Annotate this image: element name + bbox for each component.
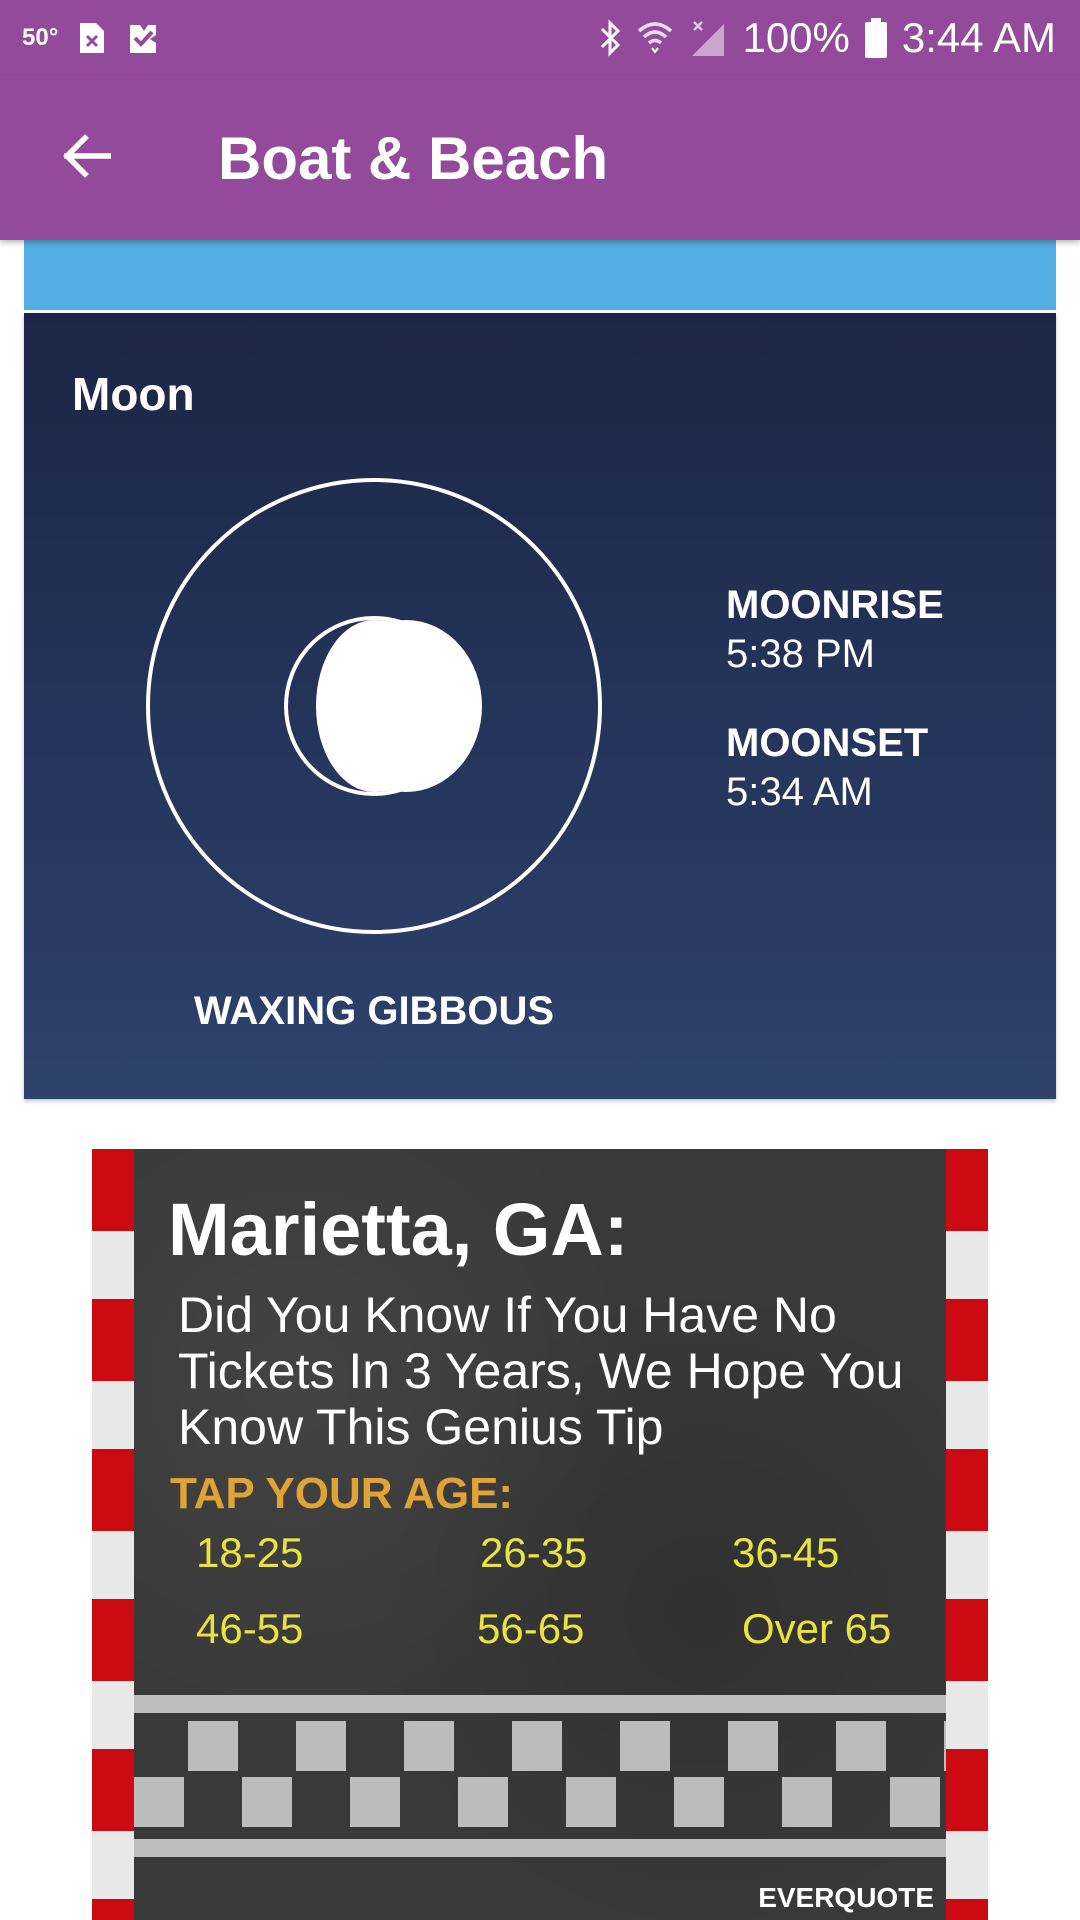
signal-icon (688, 18, 728, 58)
status-time: 3:44 AM (901, 14, 1056, 61)
ad-banner[interactable]: Marietta, GA: Did You Know If You Have N… (92, 1149, 988, 1920)
back-button[interactable] (40, 112, 132, 204)
temperature: 50° (22, 24, 59, 51)
moon-times: MOONRISE 5:38 PM MOONSET 5:34 AM (726, 581, 944, 857)
age-option-over-65[interactable]: Over 65 (742, 1605, 891, 1653)
moonset-time: 5:34 AM (726, 770, 873, 814)
ad-headline: Marietta, GA: (168, 1188, 629, 1271)
page-title: Boat & Beach (218, 124, 609, 192)
battery-percent: 100% (742, 14, 850, 61)
battery-icon (864, 18, 888, 58)
wifi-icon (636, 19, 674, 57)
age-option-36-45[interactable]: 36-45 (732, 1529, 839, 1577)
moon-card-title: Moon (72, 368, 195, 420)
moonrise-label: MOONRISE (726, 583, 944, 627)
previous-card-edge (24, 240, 1056, 310)
moonset-label: MOONSET (726, 721, 929, 765)
status-right: 100% 3:44 AM (598, 0, 1056, 76)
ad-body: Did You Know If You Have No Tickets In 3… (178, 1287, 904, 1455)
age-option-56-65[interactable]: 56-65 (477, 1605, 584, 1653)
app-bar: Boat & Beach (0, 76, 1080, 240)
age-option-46-55[interactable]: 46-55 (196, 1605, 303, 1653)
notification-x-icon (78, 21, 106, 55)
status-left: 50° (22, 0, 160, 76)
age-option-26-35[interactable]: 26-35 (480, 1529, 587, 1577)
ad-brand-logo: EVERQUOTE (758, 1882, 934, 1913)
ad-cta: TAP YOUR AGE: (170, 1469, 514, 1518)
ad-rail-right (946, 1149, 988, 1920)
checkered-flag-band (134, 1679, 946, 1857)
moon-phase-icon (144, 476, 604, 936)
status-bar: 50° 100% 3:44 AM (0, 0, 1080, 76)
age-options: 18-25 26-35 36-45 46-55 56-65 Over 65 (192, 1529, 952, 1669)
ad-rail-left (92, 1149, 134, 1920)
arrow-left-icon (61, 133, 112, 183)
moon-phase-label: WAXING GIBBOUS (193, 989, 555, 1033)
check-badge-icon (126, 21, 160, 55)
age-option-18-25[interactable]: 18-25 (196, 1529, 303, 1577)
moonrise-time: 5:38 PM (726, 632, 875, 676)
moon-card: Moon WAXING GIBBOUS MOONRISE 5:38 PM MOO… (24, 313, 1056, 1099)
bluetooth-icon (598, 19, 622, 57)
